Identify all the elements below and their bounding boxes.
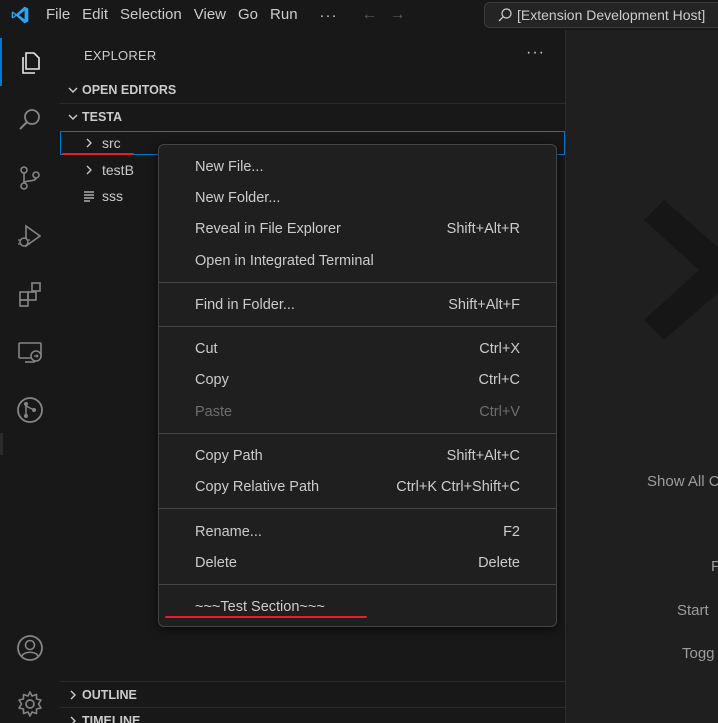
menu-item-cut[interactable]: Cut Ctrl+X [159,336,556,362]
menu-item-label: Find in Folder... [195,297,295,313]
menu-item-label: Copy [195,372,229,388]
menu-item-label: Reveal in File Explorer [195,221,341,237]
menu-separator [159,584,556,585]
menu-item-label: Copy Relative Path [195,479,320,495]
menu-item-find-in-folder[interactable]: Find in Folder... Shift+Alt+F [159,292,556,318]
search-icon [498,8,512,22]
hint-toggle: Togg [682,645,715,662]
menu-separator [159,508,556,509]
menu-item-new-file[interactable]: New File... [159,154,556,180]
command-center[interactable]: [Extension Development Host] [484,2,718,28]
menu-item-new-folder[interactable]: New Folder... [159,185,556,211]
chevron-right-icon [60,689,82,701]
timeline-label: TIMELINE [82,714,141,723]
chevron-down-icon [60,84,82,96]
menu-item-shortcut: Ctrl+C [478,372,521,388]
menu-item-label: Paste [195,404,233,420]
git-graph-icon[interactable] [0,386,60,434]
source-control-icon[interactable] [0,154,60,202]
menu-go[interactable]: Go [232,0,264,30]
menu-item-copy-path[interactable]: Copy Path Shift+Alt+C [159,443,556,469]
menu-item-reveal-in-file-explorer[interactable]: Reveal in File Explorer Shift+Alt+R [159,216,556,242]
command-center-label: [Extension Development Host] [517,7,706,23]
menu-item-label: Rename... [195,524,262,540]
explorer-icon[interactable] [0,38,60,86]
open-editors-header[interactable]: OPEN EDITORS [60,79,565,101]
chevron-right-icon [60,715,82,723]
activity-divider [0,433,3,455]
hint-show-all-commands: Show All C [647,473,718,490]
red-annotation-underline [165,616,367,618]
menu-item-label: New File... [195,159,264,175]
menu-item-copy[interactable]: Copy Ctrl+C [159,367,556,393]
hint-find: F [711,558,718,575]
menu-view[interactable]: View [188,0,232,30]
red-annotation-underline [62,153,134,155]
menu-item-shortcut: Ctrl+X [479,341,520,357]
account-icon[interactable] [0,624,60,672]
back-arrow-icon[interactable]: ← [362,6,378,24]
chevron-down-icon [60,111,82,123]
tree-item-label: src [102,135,121,151]
section-divider [60,707,565,708]
menu-edit[interactable]: Edit [76,0,114,30]
menu-item-copy-relative-path[interactable]: Copy Relative Path Ctrl+K Ctrl+Shift+C [159,474,556,500]
vscode-watermark-icon [644,200,718,340]
context-menu: New File... New Folder... Reveal in File… [158,144,557,627]
tree-item-label: sss [102,188,123,204]
text-file-icon [82,190,96,202]
menu-item-shortcut: Shift+Alt+C [446,448,520,464]
menu-selection[interactable]: Selection [114,0,188,30]
sidebar-title: EXPLORER [84,48,157,63]
menu-item-label: Open in Integrated Terminal [195,253,374,269]
menu-file[interactable]: File [40,0,76,30]
menu-separator [159,326,556,327]
run-debug-icon[interactable] [0,212,60,260]
workspace-header[interactable]: TESTA [60,106,565,128]
menu-item-shortcut: Delete [478,555,520,571]
forward-arrow-icon[interactable]: → [390,6,406,24]
menu-item-label: ~~~Test Section~~~ [195,599,325,615]
menu-more-button[interactable]: ··· [304,7,348,24]
menu-item-label: Copy Path [195,448,263,464]
menu-item-shortcut: Ctrl+K Ctrl+Shift+C [396,479,520,495]
menu-item-rename[interactable]: Rename... F2 [159,519,556,545]
menu-item-open-in-terminal[interactable]: Open in Integrated Terminal [159,248,556,274]
menu-separator [159,433,556,434]
hint-start: Start [677,602,709,619]
remote-explorer-icon[interactable] [0,328,60,376]
menu-item-paste: Paste Ctrl+V [159,399,556,425]
menu-item-shortcut: Ctrl+V [479,404,520,420]
menu-item-label: Delete [195,555,237,571]
editor-area: Show All C F Start Togg [566,30,718,723]
open-editors-label: OPEN EDITORS [82,83,177,97]
menu-run[interactable]: Run [264,0,304,30]
vscode-logo-icon [0,0,40,30]
search-icon[interactable] [0,96,60,144]
menu-item-label: New Folder... [195,190,281,206]
menu-item-label: Cut [195,341,218,357]
menu-item-shortcut: Shift+Alt+R [446,221,520,237]
activity-bar [0,30,60,723]
menu-item-shortcut: Shift+Alt+F [448,297,520,313]
extensions-icon[interactable] [0,270,60,318]
section-divider [60,103,565,104]
manage-gear-icon[interactable] [0,680,60,723]
chevron-right-icon [82,138,96,148]
menu-item-shortcut: F2 [503,524,520,540]
timeline-header[interactable]: TIMELINE [60,710,565,723]
workspace-label: TESTA [82,110,123,124]
menu-separator [159,282,556,283]
title-bar: File Edit Selection View Go Run ··· ← → … [0,0,718,30]
chevron-right-icon [82,165,96,175]
outline-label: OUTLINE [82,688,137,702]
section-divider [60,681,565,682]
menu-item-delete[interactable]: Delete Delete [159,550,556,576]
tree-item-label: testB [102,162,134,178]
outline-header[interactable]: OUTLINE [60,684,565,706]
sidebar-more-button[interactable]: ··· [526,44,545,62]
